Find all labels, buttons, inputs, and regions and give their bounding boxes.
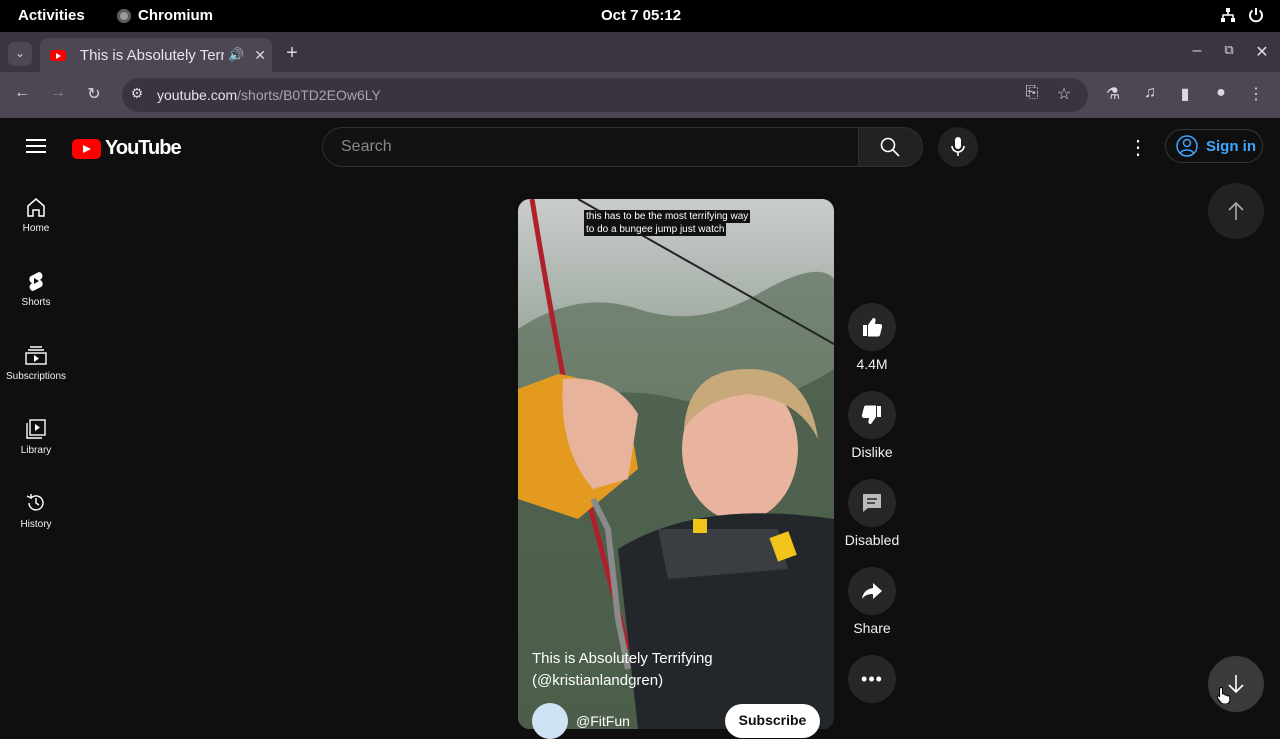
search-button[interactable] [858, 127, 923, 167]
channel-info[interactable]: @FitFun [532, 703, 630, 739]
thumbs-up-icon [863, 318, 883, 337]
short-title-line-2: (@kristianlandgren) [532, 672, 664, 689]
sidebar-item-shorts[interactable]: Shorts [0, 271, 72, 308]
bookmark-star-icon[interactable]: ☆ [1052, 84, 1076, 104]
sidebar-item-subscriptions[interactable]: Subscriptions [0, 345, 72, 382]
sidebar-item-home[interactable]: Home [0, 197, 72, 234]
chromium-icon [117, 8, 131, 23]
dislike-button[interactable] [848, 391, 896, 439]
guide-menu-icon[interactable] [26, 139, 46, 153]
account-icon [1176, 135, 1198, 157]
comments-button[interactable] [848, 479, 896, 527]
short-title-line-1: This is Absolutely Terrifying [532, 650, 713, 667]
microphone-icon [951, 137, 965, 156]
subscribe-button[interactable]: Subscribe [725, 704, 820, 738]
caption-line-2: to do a bungee jump just watch [584, 223, 727, 236]
youtube-logo[interactable]: YouTube [72, 137, 182, 160]
search-icon [880, 137, 900, 157]
side-panel-icon[interactable]: ▮ [1173, 84, 1197, 104]
window-close-icon[interactable]: ✕ [1250, 42, 1274, 62]
url-path: /shorts/B0TD2EOw6LY [237, 87, 381, 103]
sidebar-item-history[interactable]: History [0, 493, 72, 530]
tab-title: This is Absolutely Terrifying [79, 46, 225, 64]
subscriptions-icon [25, 346, 47, 365]
browser-tab[interactable]: This is Absolutely Terrifying 🔊 ✕ [40, 38, 272, 72]
chrome-menu-icon[interactable]: ⋮ [1244, 84, 1268, 104]
sidebar-label-shorts: Shorts [21, 297, 51, 308]
sidebar-label-library: Library [20, 445, 52, 456]
url-text[interactable]: youtube.com/shorts/B0TD2EOw6LY [157, 87, 381, 103]
thumbs-down-icon [861, 405, 881, 424]
url-host: youtube.com [157, 87, 238, 103]
library-icon [26, 419, 46, 439]
home-icon [27, 198, 45, 217]
back-icon[interactable]: ← [10, 84, 34, 102]
profile-icon[interactable]: ● [1209, 84, 1233, 102]
share-button[interactable] [848, 567, 896, 615]
sign-in-button[interactable]: Sign in [1165, 129, 1263, 163]
reload-icon[interactable]: ↻ [82, 84, 106, 104]
youtube-favicon-icon [50, 49, 66, 61]
previous-short-button[interactable] [1208, 183, 1264, 239]
comments-label: Disabled [844, 532, 900, 548]
more-actions-button[interactable]: ••• [848, 655, 896, 703]
share-arrow-icon [862, 583, 882, 599]
minimize-icon[interactable]: – [1185, 42, 1209, 60]
youtube-logo-text: YouTube [105, 137, 182, 159]
app-name: Chromium [138, 7, 213, 24]
search-input[interactable] [339, 137, 843, 157]
new-tab-icon[interactable]: + [280, 42, 304, 65]
system-tray[interactable] [1220, 6, 1264, 24]
media-controls-icon[interactable]: ♫ [1138, 84, 1162, 102]
audio-playing-icon[interactable]: 🔊 [224, 47, 248, 63]
caption-line-1: this has to be the most terrifying way [584, 210, 751, 223]
forward-icon[interactable]: → [46, 84, 70, 102]
install-app-icon[interactable]: ⎘ [1020, 84, 1044, 102]
hand-cursor-icon [1216, 686, 1232, 709]
dislike-label: Dislike [851, 444, 893, 460]
tab-search-chevron-icon[interactable]: ⌄ [8, 42, 32, 66]
comment-icon [863, 494, 881, 512]
youtube-play-icon [72, 138, 101, 159]
video-caption: this has to be the most terrifying way t… [584, 210, 751, 236]
more-dots-icon: ••• [861, 669, 883, 689]
sidebar-label-home: Home [22, 223, 50, 234]
labs-flask-icon[interactable]: ⚗ [1101, 84, 1125, 104]
like-count: 4.4M [856, 356, 888, 372]
sidebar-label-history: History [20, 519, 52, 530]
search-box[interactable] [322, 127, 859, 167]
history-icon [26, 494, 44, 511]
short-title[interactable]: This is Absolutely Terrifying (@kristian… [532, 648, 812, 692]
share-label: Share [853, 620, 891, 636]
tab-close-icon[interactable]: ✕ [248, 47, 272, 64]
system-top-bar: Activities Chromium Oct 7 05:12 [0, 0, 1280, 32]
app-menu[interactable]: Chromium [117, 7, 213, 24]
channel-name[interactable]: @FitFun [576, 713, 630, 729]
activities-button[interactable]: Activities [18, 7, 85, 24]
power-icon [1249, 8, 1263, 23]
site-info-icon[interactable]: ⚙ [125, 85, 149, 102]
restore-icon[interactable]: ⧉ [1217, 42, 1241, 58]
channel-avatar[interactable] [532, 703, 568, 739]
arrow-up-icon [1228, 201, 1244, 220]
voice-search-button[interactable] [938, 127, 978, 167]
like-button[interactable] [848, 303, 896, 351]
sign-in-label: Sign in [1206, 137, 1256, 155]
shorts-icon [29, 272, 43, 291]
clock[interactable]: Oct 7 05:12 [601, 7, 681, 24]
sidebar-item-library[interactable]: Library [0, 419, 72, 456]
settings-menu-icon[interactable]: ⋮ [1128, 137, 1148, 159]
network-icon [1221, 8, 1235, 22]
sidebar-label-subscriptions: Subscriptions [5, 371, 67, 382]
